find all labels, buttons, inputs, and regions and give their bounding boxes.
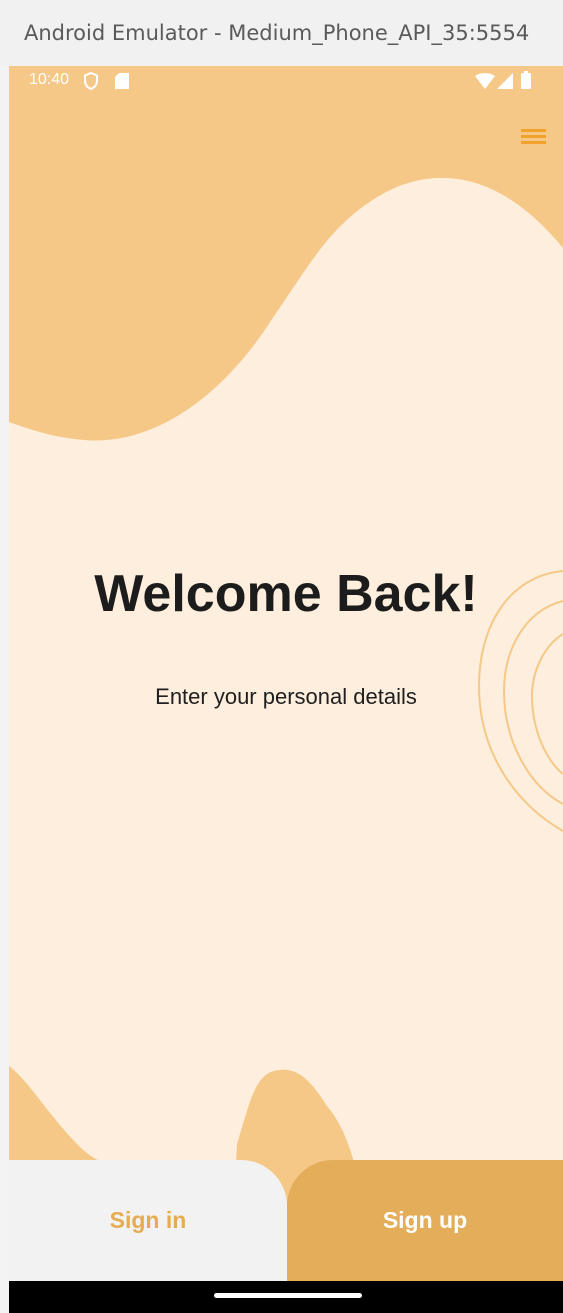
top-blob-shape — [9, 66, 563, 441]
sign-up-button[interactable]: Sign up — [287, 1160, 563, 1281]
app-screen: 10:40 Welcome Back! Enter your personal … — [9, 66, 563, 1313]
sd-card-icon — [115, 73, 129, 89]
wifi-icon — [475, 73, 495, 89]
sign-in-button[interactable]: Sign in — [9, 1160, 287, 1281]
menu-button[interactable] — [519, 124, 549, 150]
status-bar: 10:40 — [9, 66, 563, 96]
signal-icon — [497, 73, 513, 89]
shield-icon — [84, 72, 98, 90]
welcome-subtitle: Enter your personal details — [155, 684, 417, 709]
sign-up-label: Sign up — [382, 1207, 468, 1233]
welcome-title: Welcome Back! — [94, 565, 478, 623]
window-title: Android Emulator - Medium_Phone_API_35:5… — [0, 0, 563, 66]
battery-icon — [521, 71, 531, 89]
sign-in-label: Sign in — [109, 1207, 187, 1233]
status-time: 10:40 — [29, 71, 70, 88]
home-gesture-handle[interactable] — [214, 1293, 362, 1298]
navigation-bar — [9, 1281, 563, 1313]
hamburger-menu-icon — [521, 129, 546, 144]
